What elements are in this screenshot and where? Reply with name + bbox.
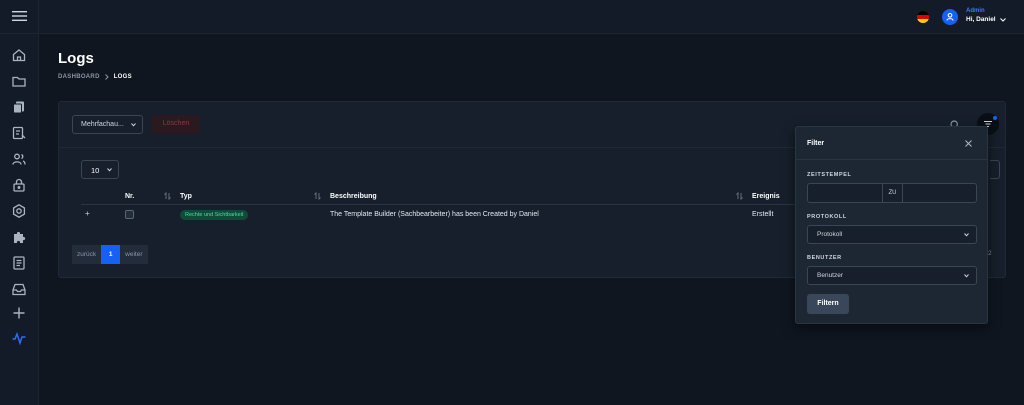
row-checkbox[interactable] [125, 210, 134, 219]
page-title: Logs [58, 50, 94, 67]
pagination-page-current[interactable]: 1 [101, 245, 121, 264]
user-select[interactable]: Benutzer [807, 266, 977, 285]
users-icon[interactable] [11, 151, 27, 167]
lock-icon[interactable] [11, 177, 27, 193]
timestamp-label: ZEITSTEMPEL [807, 172, 852, 178]
document-icon[interactable] [11, 255, 27, 271]
pagination-info: 2 [988, 250, 992, 257]
filter-active-dot [993, 116, 997, 120]
type-badge: Rechte und Sichtbarkeit [180, 210, 249, 220]
filter-submit-button[interactable]: Filtern [807, 294, 849, 314]
settings-icon[interactable] [11, 203, 27, 219]
filter-panel: Filter ZEITSTEMPEL ZU PROTOKOLL Protokol… [795, 126, 988, 324]
puzzle-icon[interactable] [11, 229, 27, 245]
sidebar-divider [0, 33, 39, 34]
row-expand-toggle[interactable]: + [85, 209, 90, 218]
sort-icon[interactable] [736, 192, 743, 200]
sidebar [0, 0, 39, 405]
filter-divider [796, 159, 987, 160]
search-field-edge[interactable] [990, 160, 1000, 179]
delete-button[interactable]: Löschen [152, 115, 200, 134]
per-page-select[interactable]: 10 [81, 160, 119, 179]
filter-title: Filter [807, 140, 825, 147]
chevron-down-icon [964, 274, 969, 278]
chevron-down-icon [964, 233, 969, 237]
breadcrumb-logs: LOGS [113, 74, 132, 80]
chevron-down-icon [131, 123, 136, 127]
pagination-prev[interactable]: zurück [72, 245, 102, 264]
edit-list-icon[interactable] [11, 125, 27, 141]
user-icon [946, 12, 954, 21]
breadcrumb: DASHBOARD LOGS [58, 74, 132, 80]
home-icon[interactable] [11, 47, 27, 63]
plus-icon[interactable] [11, 305, 27, 321]
row-event: Erstellt [752, 211, 774, 218]
timestamp-to-label: ZU [883, 183, 902, 203]
column-ereignis[interactable]: Ereignis [752, 193, 780, 200]
table-header: Nr. Typ Beschreibung Ereignis [81, 189, 801, 205]
pagination-next[interactable]: weiter [120, 245, 148, 264]
menu-icon[interactable] [12, 10, 27, 22]
user-greeting[interactable]: Hi, Daniel [966, 16, 996, 23]
timestamp-from-input[interactable] [807, 183, 883, 203]
protocol-select[interactable]: Protokoll [807, 225, 977, 244]
user-select-value: Benutzer [817, 272, 844, 279]
breadcrumb-dashboard[interactable]: DASHBOARD [58, 74, 100, 80]
chevron-right-icon [104, 74, 109, 80]
avatar[interactable] [942, 9, 958, 25]
row-description: The Template Builder (Sachbearbeiter) ha… [330, 211, 539, 218]
close-icon[interactable] [964, 139, 973, 148]
column-typ[interactable]: Typ [180, 193, 192, 200]
sort-icon[interactable] [164, 192, 171, 200]
multi-action-dropdown[interactable]: Mehrfachau... [72, 115, 143, 134]
pagination: zurück 1 weiter [72, 245, 148, 264]
protocol-select-value: Protokoll [817, 231, 843, 238]
sort-icon[interactable] [314, 192, 321, 200]
activity-icon[interactable] [11, 330, 27, 346]
multi-action-label: Mehrfachau... [81, 121, 124, 128]
german-flag-icon[interactable] [917, 11, 929, 23]
table-row: + Rechte und Sichtbarkeit The Template B… [81, 206, 801, 224]
user-label: BENUTZER [807, 255, 842, 261]
chevron-down-icon[interactable] [1000, 18, 1006, 22]
user-role: Admin [966, 8, 985, 14]
inbox-icon[interactable] [11, 281, 27, 297]
documents-icon[interactable] [11, 99, 27, 115]
folder-icon[interactable] [11, 73, 27, 89]
timestamp-to-input[interactable] [902, 183, 977, 203]
protocol-label: PROTOKOLL [807, 214, 847, 220]
per-page-value: 10 [91, 166, 100, 175]
chevron-down-icon [107, 168, 112, 172]
column-beschreibung[interactable]: Beschreibung [330, 193, 377, 200]
column-nr[interactable]: Nr. [125, 193, 134, 200]
top-bar [39, 0, 1024, 34]
